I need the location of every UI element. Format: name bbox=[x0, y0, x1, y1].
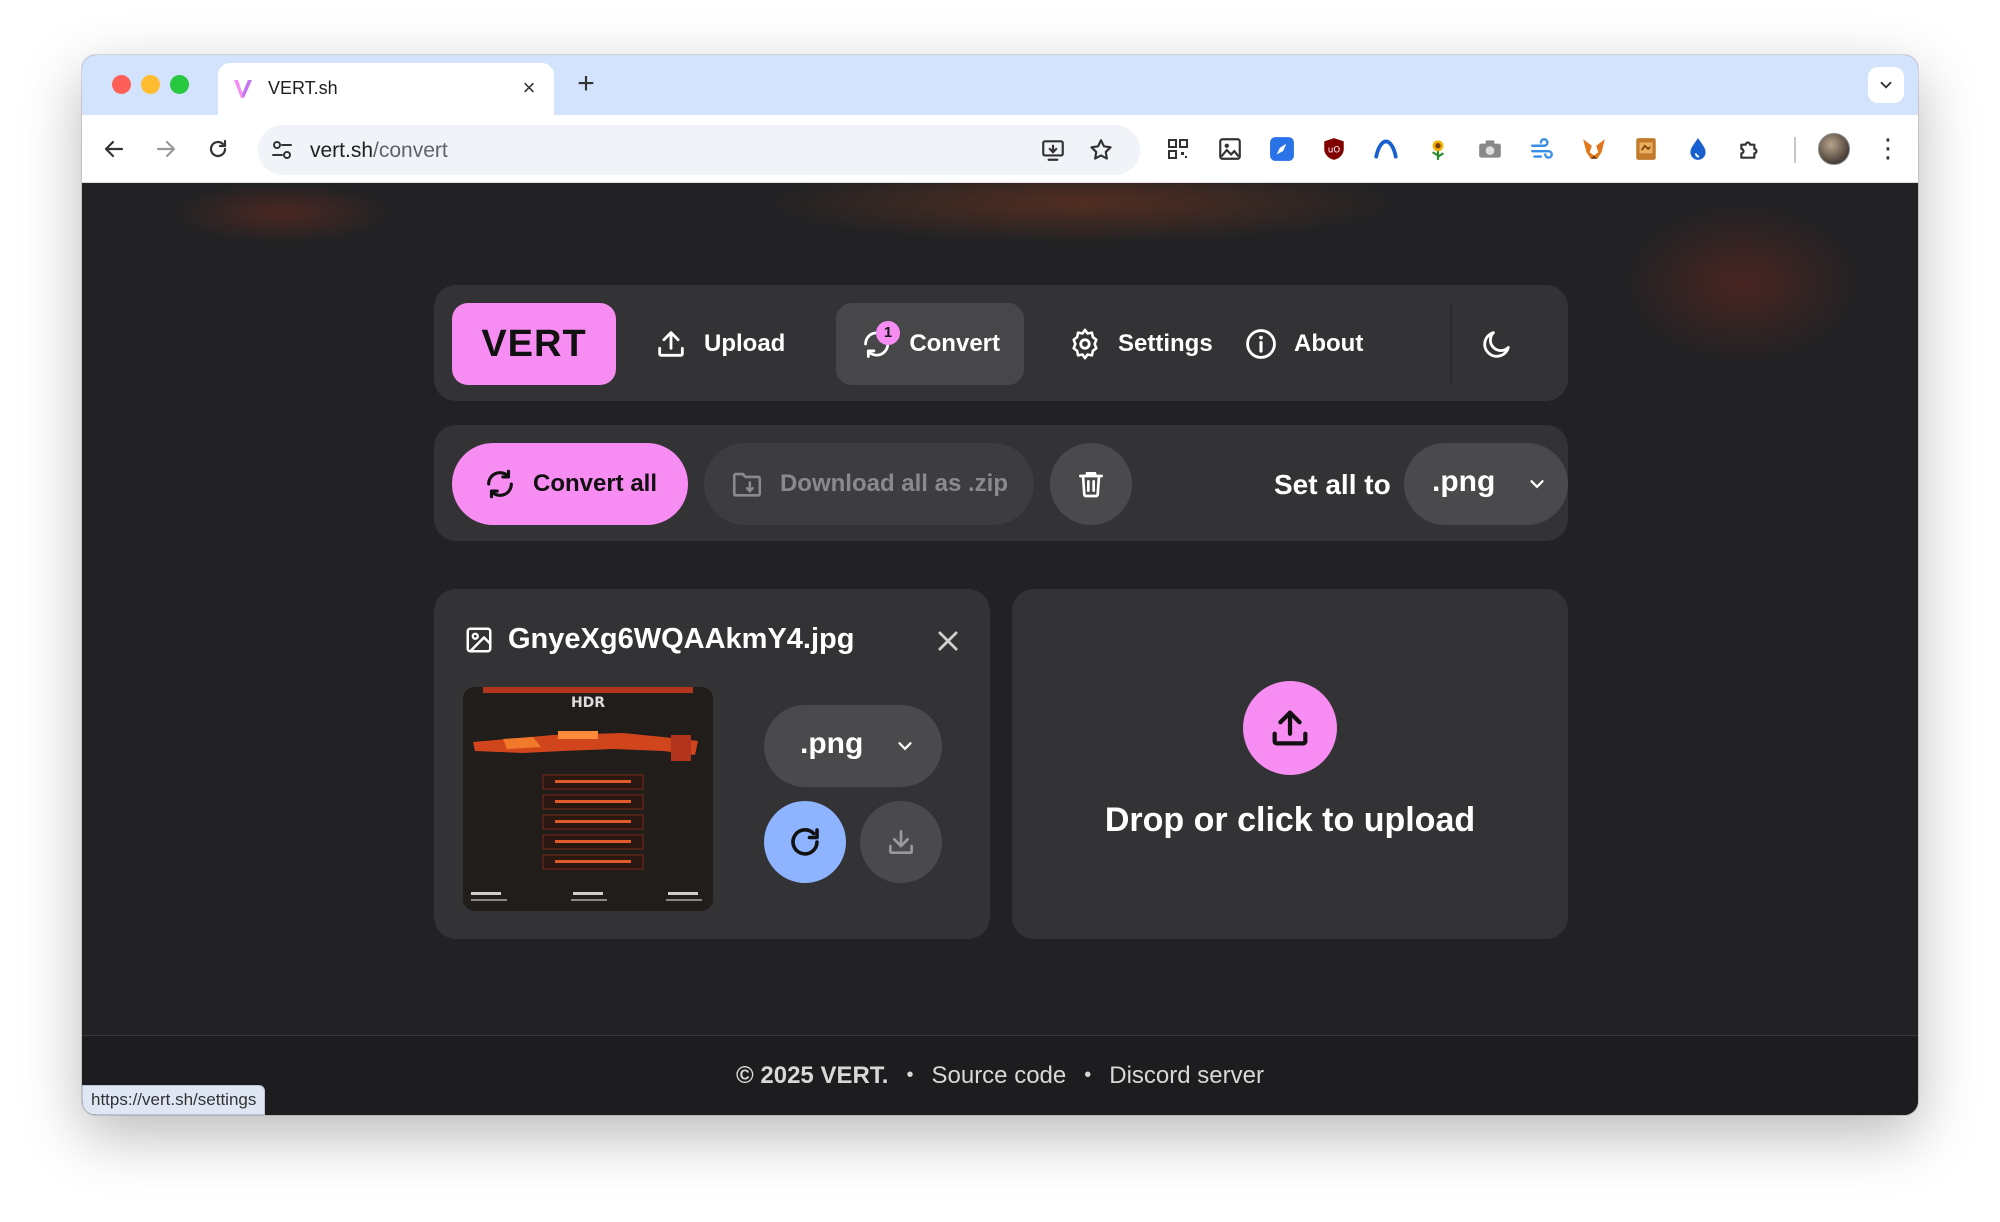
camera-extension-icon[interactable] bbox=[1476, 135, 1504, 163]
tab-close-icon[interactable]: × bbox=[518, 77, 540, 99]
drop-extension-icon[interactable] bbox=[1684, 135, 1712, 163]
set-all-format-select[interactable]: .png bbox=[1404, 443, 1568, 525]
site-settings-icon[interactable] bbox=[270, 138, 294, 162]
url-path: /convert bbox=[373, 139, 448, 162]
image-extension-icon[interactable] bbox=[1216, 135, 1244, 163]
upload-dropzone[interactable]: Drop or click to upload bbox=[1012, 589, 1568, 939]
file-thumbnail: HDR bbox=[463, 687, 713, 911]
nav-convert[interactable]: 1 Convert bbox=[836, 303, 1024, 385]
chevron-down-icon bbox=[1530, 480, 1544, 489]
tab-title: VERT.sh bbox=[268, 78, 338, 98]
qr-code-extension-icon[interactable] bbox=[1164, 135, 1192, 163]
footer-separator: • bbox=[906, 1064, 914, 1086]
moon-icon bbox=[1483, 331, 1510, 358]
metamask-fox-icon[interactable] bbox=[1580, 135, 1608, 163]
svg-text:uO: uO bbox=[1328, 145, 1340, 155]
download-zip-label: Download all as .zip bbox=[779, 470, 1009, 497]
install-app-icon[interactable] bbox=[1040, 137, 1066, 163]
footer-discord-link[interactable]: Discord server bbox=[1109, 1062, 1264, 1090]
notebook-extension-icon[interactable] bbox=[1632, 135, 1660, 163]
bulk-actions-bar: Convert all Download all as .zip Set all… bbox=[434, 425, 1568, 541]
bookmark-star-icon[interactable] bbox=[1088, 137, 1114, 163]
toolbar-separator bbox=[1794, 137, 1796, 163]
nav-upload[interactable]: Upload bbox=[630, 303, 809, 385]
status-bar-url: https://vert.sh/settings bbox=[82, 1085, 266, 1115]
chevron-down-icon bbox=[898, 742, 912, 751]
download-zip-button[interactable]: Download all as .zip bbox=[704, 443, 1034, 525]
upload-icon bbox=[658, 331, 684, 357]
theme-toggle-button[interactable] bbox=[1474, 321, 1520, 367]
nav-upload-label: Upload bbox=[704, 330, 786, 357]
gear-icon bbox=[1072, 328, 1098, 360]
convert-file-button[interactable] bbox=[764, 801, 846, 883]
clear-all-button[interactable] bbox=[1050, 443, 1132, 525]
page-footer: © 2025 VERT. • Source code • Discord ser… bbox=[82, 1035, 1918, 1115]
url-host: vert.sh bbox=[310, 139, 374, 162]
forward-button[interactable] bbox=[150, 133, 182, 165]
nav-about[interactable]: About bbox=[1220, 303, 1387, 385]
nav-about-label: About bbox=[1294, 330, 1364, 357]
wind-extension-icon[interactable] bbox=[1528, 135, 1556, 163]
maximize-window-button[interactable] bbox=[170, 75, 189, 94]
browser-window: VERT.sh × + vert.sh/convert uO ⋮ VERT Up… bbox=[82, 55, 1918, 1115]
minimize-window-button[interactable] bbox=[141, 75, 160, 94]
rocket-extension-icon[interactable] bbox=[1268, 135, 1296, 163]
footer-source-link[interactable]: Source code bbox=[931, 1062, 1066, 1090]
reload-icon bbox=[209, 139, 227, 158]
extensions-puzzle-icon[interactable] bbox=[1736, 135, 1764, 163]
footer-copyright: © 2025 VERT. bbox=[736, 1061, 889, 1089]
image-file-icon bbox=[466, 627, 492, 653]
file-name: GnyeXg6WQAAkmY4.jpg bbox=[508, 623, 855, 655]
nav-settings-label: Settings bbox=[1118, 330, 1213, 357]
trash-icon bbox=[1079, 472, 1103, 498]
thumbnail-image: HDR bbox=[463, 687, 713, 911]
profile-avatar[interactable] bbox=[1818, 133, 1850, 165]
address-bar[interactable]: vert.sh/convert bbox=[258, 125, 1140, 175]
rotate-cw-icon bbox=[791, 828, 819, 856]
back-arrow-icon bbox=[104, 140, 124, 158]
file-format-select[interactable]: .png bbox=[764, 705, 942, 787]
convert-all-label: Convert all bbox=[532, 470, 658, 497]
download-icon bbox=[889, 830, 913, 854]
ublock-shield-icon[interactable]: uO bbox=[1320, 135, 1348, 163]
forward-arrow-icon bbox=[156, 140, 176, 158]
thumbnail-hdr-text: HDR bbox=[571, 695, 605, 711]
nav-settings[interactable]: Settings bbox=[1044, 303, 1237, 385]
folder-download-icon bbox=[732, 472, 761, 497]
main-nav: VERT Upload 1 Convert Settings About bbox=[434, 285, 1568, 401]
convert-count-badge: 1 bbox=[876, 321, 900, 345]
browser-menu-icon[interactable]: ⋮ bbox=[1872, 133, 1904, 165]
file-card: GnyeXg6WQAAkmY4.jpg HDR .png bbox=[434, 589, 990, 939]
set-all-format-value: .png bbox=[1432, 465, 1496, 498]
tab-strip: VERT.sh × + bbox=[82, 55, 1918, 115]
upload-icon bbox=[1272, 710, 1308, 746]
arc-extension-icon[interactable] bbox=[1372, 135, 1400, 163]
footer-separator: • bbox=[1084, 1064, 1092, 1086]
convert-refresh-icon bbox=[487, 469, 513, 499]
vert-page: VERT Upload 1 Convert Settings About Con… bbox=[82, 183, 1918, 1115]
nav-divider bbox=[1450, 303, 1452, 383]
nav-convert-label: Convert bbox=[909, 330, 1000, 357]
remove-file-icon[interactable] bbox=[934, 627, 962, 655]
sunflower-extension-icon[interactable] bbox=[1424, 135, 1452, 163]
browser-tab[interactable]: VERT.sh × bbox=[218, 63, 554, 115]
set-all-label: Set all to bbox=[1274, 469, 1391, 500]
vert-logo[interactable]: VERT bbox=[452, 303, 616, 385]
convert-all-button[interactable]: Convert all bbox=[452, 443, 688, 525]
info-icon bbox=[1246, 329, 1276, 359]
close-window-button[interactable] bbox=[112, 75, 131, 94]
dropzone-text: Drop or click to upload bbox=[1104, 801, 1476, 839]
url-text: vert.sh/convert bbox=[310, 139, 448, 163]
chevron-down-icon bbox=[1880, 81, 1892, 89]
file-format-value: .png bbox=[800, 727, 864, 760]
download-file-button[interactable] bbox=[860, 801, 942, 883]
upload-circle-button[interactable] bbox=[1243, 681, 1337, 775]
new-tab-button[interactable]: + bbox=[570, 69, 602, 101]
tab-search-button[interactable] bbox=[1868, 67, 1904, 103]
vert-favicon-icon bbox=[234, 80, 252, 98]
back-button[interactable] bbox=[98, 133, 130, 165]
browser-toolbar: vert.sh/convert uO ⋮ bbox=[82, 115, 1918, 183]
reload-button[interactable] bbox=[202, 133, 234, 165]
